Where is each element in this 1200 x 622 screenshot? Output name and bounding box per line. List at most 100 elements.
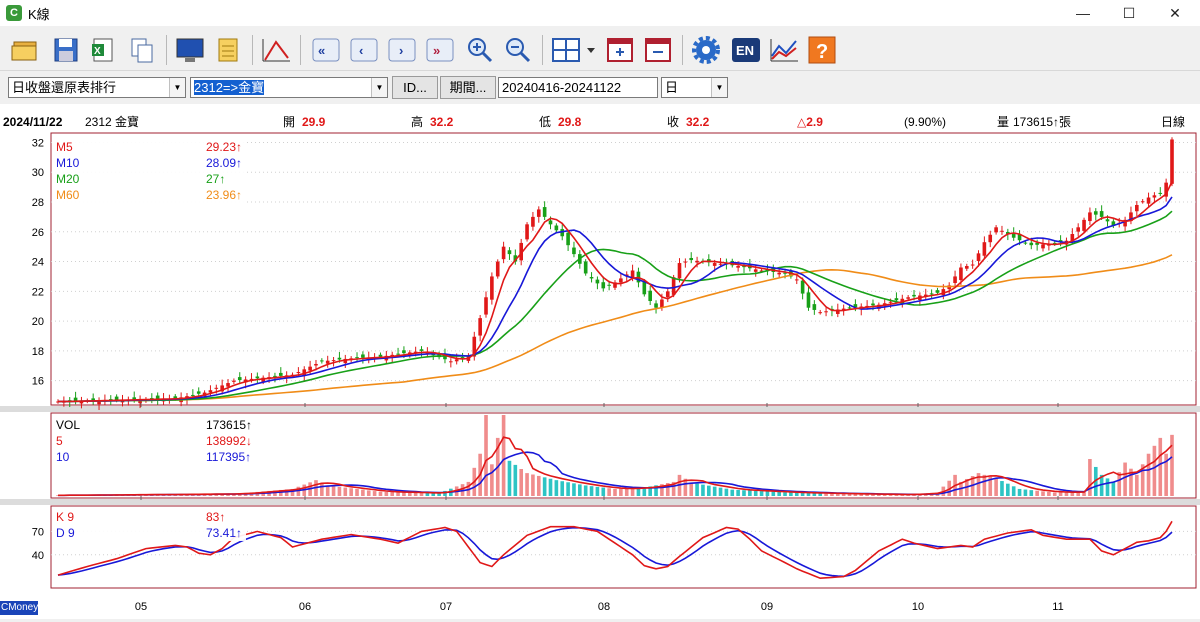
volume-bar <box>1135 474 1139 496</box>
candle-body <box>495 261 500 277</box>
volume-bar <box>765 491 770 496</box>
candle-body <box>1076 227 1080 232</box>
chevron-down-icon[interactable]: ▼ <box>371 78 387 97</box>
copy-icon[interactable] <box>126 34 158 66</box>
add-panel-icon[interactable] <box>604 34 636 66</box>
candle-body <box>396 353 400 355</box>
maximize-button[interactable]: ☐ <box>1106 0 1152 26</box>
next-icon[interactable]: › <box>386 34 418 66</box>
candle-body <box>959 267 963 281</box>
candle-body <box>794 279 799 281</box>
candle-body <box>490 276 494 300</box>
draw-line-icon[interactable] <box>260 34 292 66</box>
english-icon[interactable]: EN <box>730 34 762 66</box>
cmoney-label: CMoney <box>0 601 39 615</box>
frequency-select[interactable]: 日 ▼ <box>661 77 728 98</box>
price-tick-label: 24 <box>32 257 44 269</box>
export-excel-icon[interactable]: X <box>88 34 120 66</box>
volume-bar <box>325 485 330 496</box>
minimize-button[interactable]: — <box>1060 0 1106 26</box>
info-high: 32.2 <box>430 115 454 129</box>
chevron-down-icon[interactable]: ▼ <box>169 78 185 97</box>
help-icon[interactable]: ? <box>806 34 838 66</box>
volume-bar <box>361 489 365 496</box>
volume-bar <box>742 490 746 496</box>
zoom-in-icon[interactable] <box>464 34 496 66</box>
svg-text:X: X <box>94 46 101 57</box>
close-button[interactable]: ✕ <box>1152 0 1198 26</box>
candle-body <box>607 284 611 286</box>
settings-icon[interactable] <box>690 34 722 66</box>
volume-bar <box>736 489 740 496</box>
legend-m10-value: 28.09↑ <box>206 156 242 170</box>
svg-text:?: ? <box>816 41 828 63</box>
volume-bar <box>320 482 324 496</box>
candle-body <box>484 297 488 315</box>
period-button[interactable]: 期間... <box>440 76 496 99</box>
volume-bar <box>554 480 559 496</box>
layout-dropdown-icon[interactable] <box>582 34 600 66</box>
volume-bar <box>789 492 793 496</box>
candle-body <box>460 356 465 358</box>
panel-splitter[interactable] <box>0 499 1200 505</box>
kline-chart[interactable]: 2024/11/22 2312 金寶 開 29.9 高 32.2 低 29.8 … <box>0 104 1200 619</box>
candle-body <box>320 360 324 362</box>
volume-bar <box>753 490 758 496</box>
save-icon[interactable] <box>50 34 82 66</box>
report-select[interactable]: 日收盤還原表排行 ▼ <box>8 77 186 98</box>
volume-bar <box>566 482 570 496</box>
candle-body <box>214 387 219 389</box>
stock-select[interactable]: 2312=>金寶 ▼ <box>190 77 388 98</box>
info-stock: 2312 金寶 <box>85 114 139 129</box>
x-tick-label: 08 <box>598 601 610 613</box>
panel-splitter[interactable] <box>0 406 1200 412</box>
volume-bar <box>724 488 729 496</box>
first-page-icon[interactable]: « <box>310 34 342 66</box>
volume-bar <box>1052 492 1057 496</box>
cmoney-icon: C <box>6 5 22 21</box>
price-tick-label: 20 <box>32 316 44 328</box>
candle-body <box>906 297 910 299</box>
candle-body <box>847 307 852 309</box>
volume-bar <box>396 492 400 496</box>
price-tick-label: 16 <box>32 376 44 388</box>
volume-bar <box>355 488 359 496</box>
candle-body <box>536 209 541 217</box>
zoom-out-icon[interactable] <box>502 34 534 66</box>
monitor-icon[interactable] <box>174 34 206 66</box>
legend-d-name: D 9 <box>56 526 75 540</box>
chevron-down-icon[interactable]: ▼ <box>711 78 727 97</box>
candle-body <box>818 312 823 314</box>
volume-bar <box>525 473 529 496</box>
volume-bar <box>1117 472 1122 496</box>
candle-body <box>191 394 195 396</box>
candle-body <box>660 299 664 308</box>
candle-body <box>554 225 559 231</box>
candle-body <box>912 294 916 297</box>
chart-area[interactable]: 2024/11/22 2312 金寶 開 29.9 高 32.2 低 29.8 … <box>0 104 1200 619</box>
remove-panel-icon[interactable] <box>642 34 674 66</box>
candle-body <box>1170 139 1174 184</box>
candle-body <box>531 216 535 227</box>
info-bar: 2024/11/22 2312 金寶 開 29.9 高 32.2 低 29.8 … <box>3 114 1185 129</box>
kd-y-axis: 70 40 <box>32 526 44 561</box>
date-range-field[interactable]: 20240416-20241122 <box>498 77 658 98</box>
previous-icon[interactable]: ‹ <box>348 34 380 66</box>
volume-bar <box>1023 489 1028 496</box>
candle-body <box>736 266 740 268</box>
candle-body <box>929 293 934 295</box>
trend-chart-icon[interactable] <box>768 34 800 66</box>
info-close: 32.2 <box>686 115 710 129</box>
open-folder-icon[interactable] <box>10 34 42 66</box>
candle-body <box>419 349 424 351</box>
candle-body <box>449 361 453 363</box>
info-open-label: 開 <box>283 115 295 129</box>
id-button[interactable]: ID... <box>392 76 438 99</box>
layout-grid-icon[interactable] <box>550 34 582 66</box>
last-page-icon[interactable]: » <box>424 34 456 66</box>
svg-text:»: » <box>433 43 440 58</box>
notes-icon[interactable] <box>212 34 244 66</box>
candle-body <box>648 290 652 302</box>
info-low: 29.8 <box>558 115 582 129</box>
volume-bar <box>542 477 547 496</box>
